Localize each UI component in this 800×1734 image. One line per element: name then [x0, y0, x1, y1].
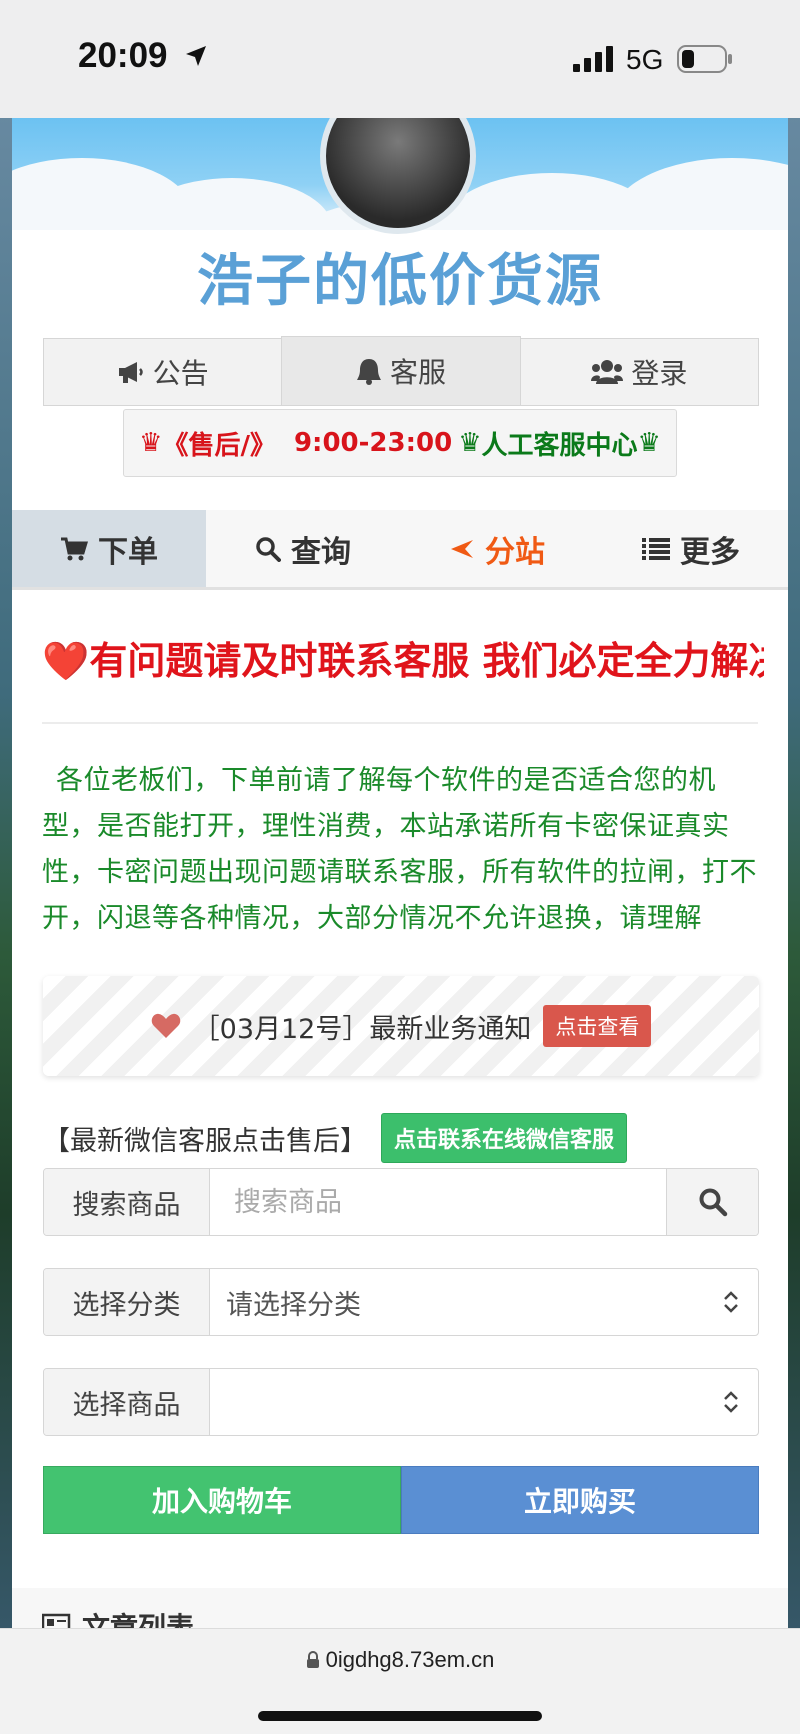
business-notice-card: ［03月12号］最新业务通知 点击查看	[43, 976, 759, 1076]
tab-more-label: 更多	[680, 534, 740, 570]
customer-service-label: 客服	[389, 356, 446, 389]
after-sales-text: 《售后/》	[162, 430, 276, 461]
site-title: 浩子的低价货源	[197, 249, 603, 314]
search-icon	[699, 1188, 727, 1217]
top-button-row: 公告 客服 登录	[43, 336, 759, 406]
divider	[42, 722, 758, 724]
add-to-cart-button[interactable]: 加入购物车	[43, 1466, 401, 1534]
search-label: 搜索商品	[44, 1169, 210, 1235]
location-arrow-icon	[186, 46, 206, 66]
service-hours: 9:00-23:00	[293, 428, 453, 458]
lock-icon	[306, 1651, 319, 1668]
login-button[interactable]: 登录	[519, 338, 759, 406]
chevron-updown-icon	[724, 1291, 738, 1313]
tab-branch-label: 分站	[485, 534, 545, 570]
tab-branch[interactable]: 分站	[400, 510, 594, 587]
home-indicator[interactable]	[258, 1711, 542, 1721]
search-icon	[256, 536, 281, 562]
support-icon	[356, 359, 381, 385]
business-notice-text: ［03月12号］最新业务通知	[192, 1013, 532, 1045]
url-text: 0igdhg8.73em.cn	[325, 1647, 495, 1672]
status-bar: 20:09 5G	[0, 0, 800, 118]
main-nav: 下单 查询 分站 更多	[12, 510, 788, 590]
url-bar[interactable]: 0igdhg8.73em.cn	[0, 1647, 800, 1673]
crown-icon: ♛	[139, 428, 163, 458]
wechat-contact-button[interactable]: 点击联系在线微信客服	[381, 1113, 628, 1163]
category-row: 选择分类 请选择分类	[43, 1268, 759, 1336]
users-icon	[591, 360, 624, 384]
announcement-button[interactable]: 公告	[43, 338, 283, 406]
category-select[interactable]: 请选择分类	[210, 1269, 758, 1335]
notice-paragraph: 各位老板们，下单前请了解每个软件的是否适合您的机型，是否能打开，理性消费，本站承…	[42, 758, 768, 942]
list-icon	[642, 537, 670, 560]
tab-order[interactable]: 下单	[12, 510, 206, 587]
article-icon	[42, 1613, 71, 1628]
tab-more[interactable]: 更多	[594, 510, 788, 587]
customer-service-button[interactable]: 客服	[281, 336, 521, 406]
tab-query[interactable]: 查询	[206, 510, 400, 587]
product-label: 选择商品	[44, 1369, 210, 1435]
status-time: 20:09	[78, 36, 168, 75]
scrolling-alert: ❤️有问题请及时联系客服 我们必定全力解决	[42, 630, 764, 690]
buy-now-button[interactable]: 立即购买	[401, 1466, 759, 1534]
category-select-value: 请选择分类	[226, 1289, 361, 1321]
network-type: 5G	[626, 44, 664, 75]
search-row: 搜索商品	[43, 1168, 759, 1236]
heart-emoji: ❤️	[42, 639, 90, 683]
login-label: 登录	[631, 357, 688, 390]
service-center-text: 人工客服中心	[481, 430, 638, 461]
search-button[interactable]	[666, 1169, 758, 1235]
crown-icon: ♛	[637, 428, 661, 458]
heart-icon	[151, 1013, 180, 1038]
megaphone-icon	[118, 362, 143, 383]
service-hours-notice: ♛ 《售后/》 9:00-23:00 ♛ 人工客服中心 ♛	[123, 409, 677, 477]
wechat-text: 【最新微信客服点击售后】	[43, 1125, 367, 1157]
tab-order-label: 下单	[98, 534, 158, 570]
battery-icon	[677, 45, 732, 73]
tab-query-label: 查询	[291, 534, 351, 570]
category-label: 选择分类	[44, 1269, 210, 1335]
product-row: 选择商品	[43, 1368, 759, 1436]
article-list-title: 文章列表	[42, 1606, 194, 1628]
product-select[interactable]	[210, 1369, 758, 1435]
notice-paragraph-text: 各位老板们，下单前请了解每个软件的是否适合您的机型，是否能打开，理性消费，本站承…	[42, 765, 757, 934]
browser-bottom-bar: 0igdhg8.73em.cn	[0, 1628, 800, 1734]
search-input[interactable]	[210, 1169, 666, 1235]
alert-text: 有问题请及时联系客服 我们必定全力解决	[89, 639, 764, 683]
web-page: 浩子的低价货源 公告 客服 登录 ♛ 《售后/》 9:00-23:00 ♛ 人工…	[12, 118, 788, 1628]
announcement-label: 公告	[152, 357, 209, 390]
signal-icon	[573, 46, 613, 72]
crown-icon: ♛	[458, 428, 482, 458]
view-notice-button[interactable]: 点击查看	[543, 1005, 652, 1047]
wechat-row: 【最新微信客服点击售后】 点击联系在线微信客服	[43, 1113, 628, 1163]
cart-icon	[61, 537, 88, 560]
article-list-label: 文章列表	[82, 1611, 195, 1628]
arrow-icon	[451, 539, 473, 558]
action-buttons: 加入购物车 立即购买	[43, 1466, 759, 1534]
chevron-updown-icon	[724, 1391, 738, 1413]
